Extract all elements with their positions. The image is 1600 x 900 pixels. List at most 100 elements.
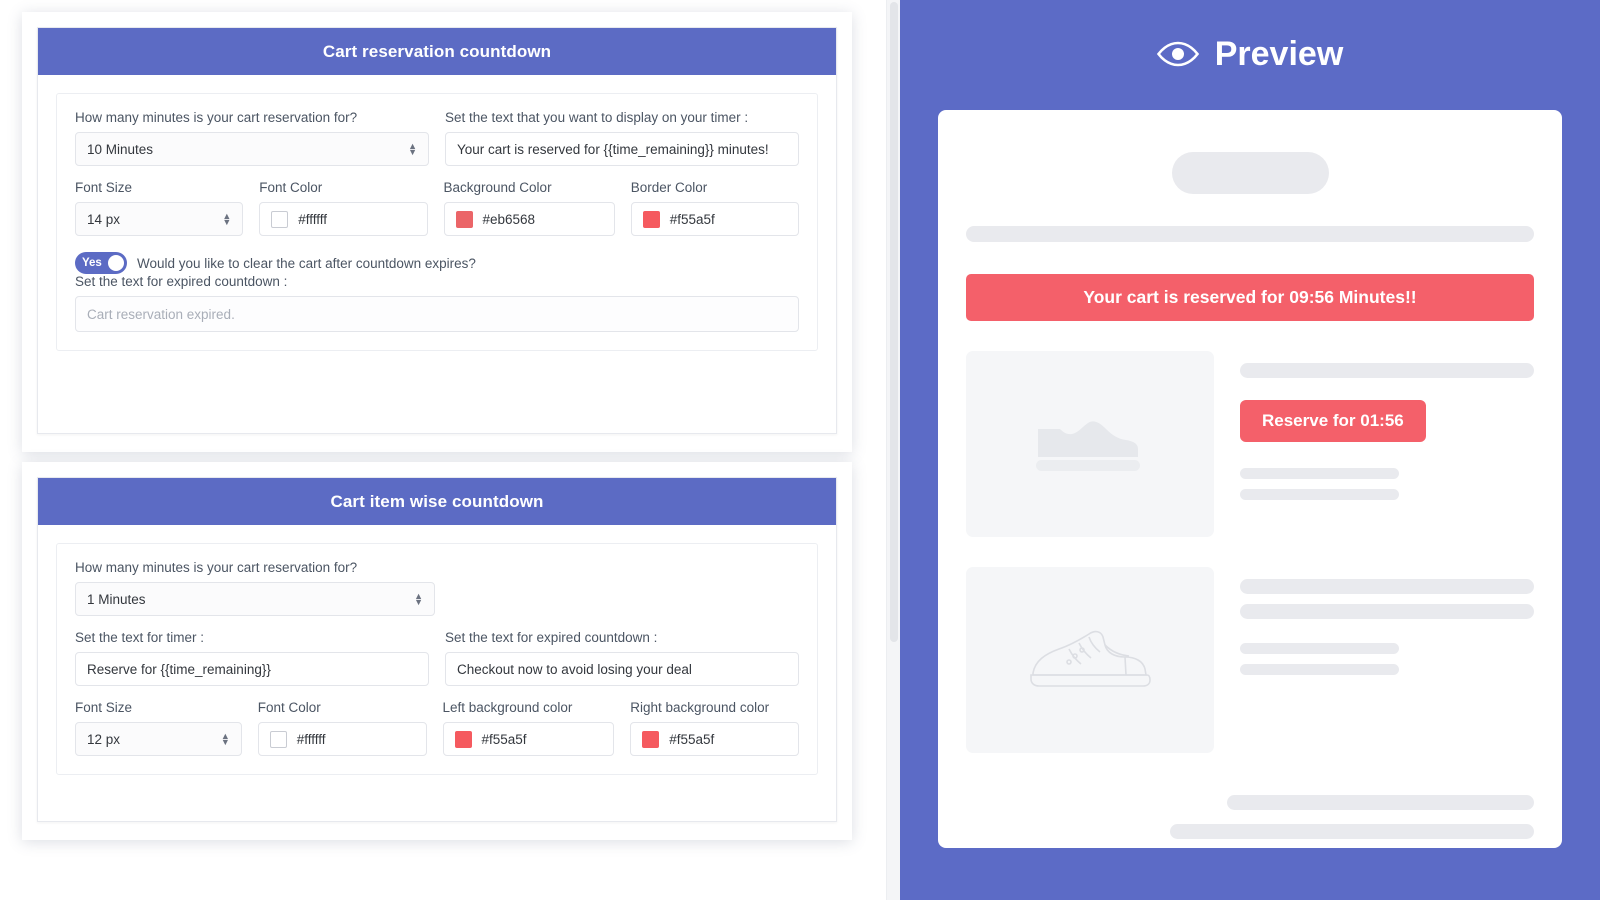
right-background-color-value: #f55a5f [669,731,715,747]
preview-product-row [966,567,1534,753]
border-color-value: #f55a5f [669,211,715,227]
item-minutes-field: How many minutes is your cart reservatio… [75,560,435,616]
minutes-select[interactable]: 10 Minutes ▲ ▼ [75,132,429,166]
clear-cart-toggle[interactable]: Yes [75,252,127,274]
cart-banner-text: Your cart is reserved for 09:56 Minutes!… [1083,287,1417,307]
clear-cart-toggle-row: Yes Would you like to clear the cart aft… [75,252,799,274]
item-minutes-select[interactable]: 1 Minutes ▲ ▼ [75,582,435,616]
product-info: Reserve for 01:56 [1240,351,1534,537]
left-background-color-label: Left background color [442,700,573,715]
item-timer-text-field: Set the text for timer : Reserve for {{t… [75,630,429,686]
cart-reservation-card: Cart reservation countdown How many minu… [37,27,837,434]
settings-scrollbar[interactable] [886,0,900,900]
font-color-input[interactable]: #ffffff [259,202,428,236]
border-color-field: Border Color #f55a5f [630,180,799,236]
shoe-solid-icon [1036,421,1140,471]
skeleton-subtitle-bar [966,226,1534,242]
preview-summary-lines [966,795,1534,848]
skeleton-summary-line [1170,824,1534,839]
timer-text-input[interactable]: Your cart is reserved for {{time_remaini… [445,132,799,166]
chevron-updown-icon: ▲ ▼ [408,141,417,157]
border-color-input[interactable]: #f55a5f [630,202,799,236]
color-swatch-icon [642,210,660,228]
clear-cart-toggle-state: Yes [82,257,102,269]
background-color-label: Background Color [443,180,552,195]
item-text-row: Set the text for timer : Reserve for {{t… [75,630,799,686]
left-background-color-input[interactable]: #f55a5f [442,722,615,756]
cart-reservation-banner: Your cart is reserved for 09:56 Minutes!… [966,274,1534,321]
minutes-field: How many minutes is your cart reservatio… [75,110,429,166]
skeleton-summary-line [1227,795,1534,810]
product-info [1240,567,1534,753]
item-font-color-value: #ffffff [296,731,326,747]
background-color-value: #eb6568 [482,211,536,227]
skeleton-product-title [1240,363,1534,378]
left-background-color-value: #f55a5f [481,731,527,747]
style-row-1: Font Size 14 px ▲ ▼ Font Color #ffffff B… [75,180,799,236]
item-expired-text-input[interactable]: Checkout now to avoid losing your deal [445,652,799,686]
chevron-updown-icon: ▲ ▼ [414,591,423,607]
product-image-placeholder [966,351,1214,537]
card-title-cart-item-wise: Cart item wise countdown [38,478,836,525]
font-size-field: Font Size 14 px ▲ ▼ [75,180,244,236]
reserve-button-text: Reserve for 01:56 [1262,411,1404,430]
preview-product-row: Reserve for 01:56 [966,351,1534,537]
minutes-select-value: 10 Minutes [87,141,154,157]
expired-text-field: Set the text for expired countdown : Car… [75,274,799,332]
skeleton-title-pill [1171,152,1329,194]
expired-text-placeholder: Cart reservation expired. [87,306,235,322]
skeleton-product-title [1240,579,1534,594]
timer-text-value: Your cart is reserved for {{time_remaini… [457,141,769,157]
settings-column: Cart reservation countdown How many minu… [0,0,900,900]
font-color-value: #ffffff [298,211,328,227]
item-font-size-select[interactable]: 12 px ▲ ▼ [75,722,242,756]
item-timer-text-input[interactable]: Reserve for {{time_remaining}} [75,652,429,686]
skeleton-product-meta [1240,489,1399,500]
font-size-value: 14 px [87,211,121,227]
item-minutes-row: How many minutes is your cart reservatio… [75,560,799,616]
cart-reservation-body: How many minutes is your cart reservatio… [38,75,836,367]
border-color-label: Border Color [630,180,708,195]
background-color-input[interactable]: #eb6568 [443,202,615,236]
app-root: Cart reservation countdown How many minu… [0,0,1600,900]
cart-item-wise-fields: How many minutes is your cart reservatio… [56,543,818,775]
skeleton-product-meta [1240,664,1399,675]
font-color-field: Font Color #ffffff [259,180,428,236]
reservation-minutes-row: How many minutes is your cart reservatio… [75,110,799,166]
sneaker-outline-icon [1030,630,1151,687]
minutes-label: How many minutes is your cart reservatio… [75,110,358,125]
skeleton-product-title [1240,604,1534,619]
item-timer-text-label: Set the text for timer : [75,630,205,645]
item-expired-text-value: Checkout now to avoid losing your deal [457,661,692,677]
product-image-placeholder [966,567,1214,753]
font-size-select[interactable]: 14 px ▲ ▼ [75,202,244,236]
expired-text-row: Set the text for expired countdown : Car… [75,274,799,332]
cart-reservation-panel: Cart reservation countdown How many minu… [22,12,852,452]
right-background-color-label: Right background color [630,700,770,715]
expired-text-input[interactable]: Cart reservation expired. [75,296,799,332]
clear-cart-question: Would you like to clear the cart after c… [137,255,476,271]
item-expired-text-label: Set the text for expired countdown : [445,630,658,645]
card-title-cart-reservation: Cart reservation countdown [38,28,836,75]
font-size-label: Font Size [75,180,133,195]
cart-item-wise-panel: Cart item wise countdown How many minute… [22,462,852,840]
reserve-timer-button[interactable]: Reserve for 01:56 [1240,400,1426,442]
timer-text-label: Set the text that you want to display on… [445,110,749,125]
preview-column: Preview Your cart is reserved for 09:56 … [900,0,1600,900]
background-color-field: Background Color #eb6568 [443,180,615,236]
color-swatch-icon [454,730,472,748]
right-background-color-input[interactable]: #f55a5f [630,722,799,756]
eye-icon [1156,41,1199,67]
preview-card: Your cart is reserved for 09:56 Minutes!… [938,110,1562,848]
scrollbar-thumb[interactable] [890,2,898,642]
item-font-size-value: 12 px [87,731,121,747]
left-background-color-field: Left background color #f55a5f [442,700,615,756]
cart-item-wise-card: Cart item wise countdown How many minute… [37,477,837,822]
timer-text-field: Set the text that you want to display on… [445,110,799,166]
item-timer-text-value: Reserve for {{time_remaining}} [87,661,271,677]
item-expired-text-field: Set the text for expired countdown : Che… [445,630,799,686]
preview-title-text: Preview [1214,34,1344,73]
toggle-knob-icon [108,255,124,271]
expired-text-label: Set the text for expired countdown : [75,274,288,289]
item-font-color-input[interactable]: #ffffff [257,722,427,756]
